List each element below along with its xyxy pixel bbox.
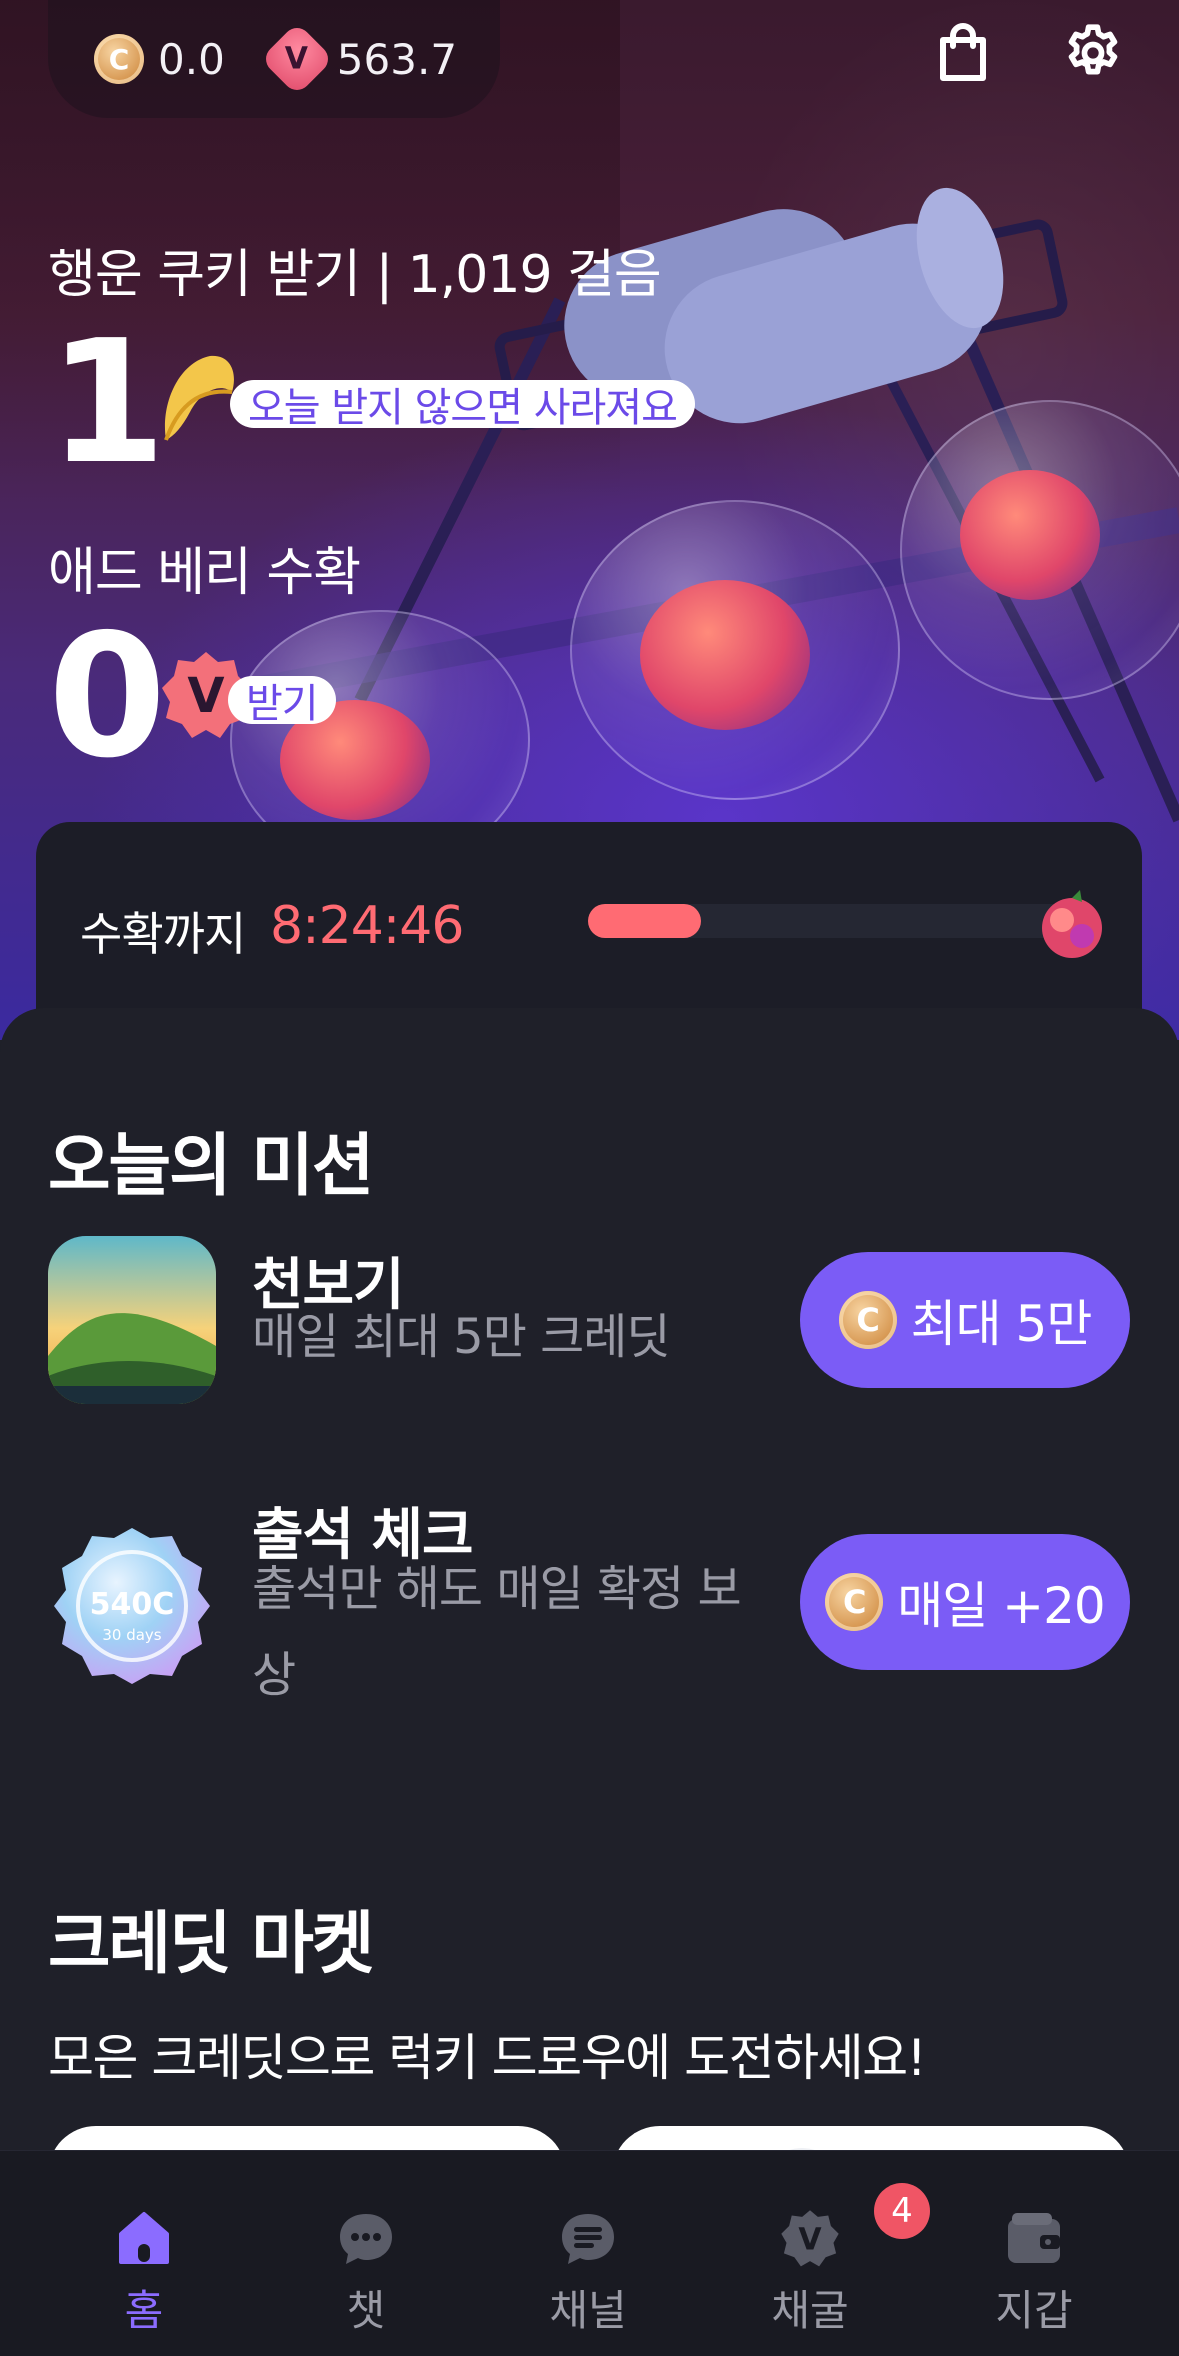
berry-count: 0 [48, 598, 167, 796]
nav-label: 지갑 [995, 2286, 1073, 2335]
svg-text:30 days: 30 days [102, 1626, 161, 1644]
nav-item-home[interactable]: 홈 [64, 2209, 224, 2338]
nav-label: 챗 [346, 2286, 386, 2335]
vberry-icon: V [260, 22, 334, 96]
nav-label: 채굴 [771, 2286, 849, 2335]
cookie-count: 1 [48, 304, 167, 502]
credit-coin-icon: C [94, 34, 144, 84]
svg-text:540C: 540C [90, 1587, 175, 1622]
berry-decoration [640, 580, 810, 730]
svg-text:V: V [187, 668, 224, 724]
shopping-bag-icon [940, 23, 986, 81]
balance-pill[interactable]: C 0.0 V 563.7 [48, 0, 500, 118]
shop-button[interactable] [928, 18, 998, 88]
wallet-icon [1004, 2209, 1064, 2269]
cookie-expire-chip[interactable]: 오늘 받지 않으면 사라져요 [230, 380, 695, 431]
chat-icon [336, 2209, 396, 2269]
nav-item-channel[interactable]: 채널 [508, 2209, 668, 2338]
mission-item[interactable]: 천보기 매일 최대 5만 크레딧 C 최대 5만 [48, 1236, 1130, 1416]
nav-label: 채널 [549, 2286, 627, 2335]
berry-claim-chip[interactable]: 받기 [228, 676, 336, 727]
gear-icon [1068, 24, 1118, 75]
notification-badge: 4 [874, 2183, 930, 2239]
credit-coin-icon: C [825, 1573, 884, 1631]
berry-label: 애드 베리 수확 [48, 543, 361, 603]
missions-title: 오늘의 미션 [48, 1127, 374, 1206]
mission-item[interactable]: 540C 30 days 출석 체크 출석만 해도 매일 확정 보상 C 매일 … [48, 1484, 1130, 1744]
harvest-progress-fill [588, 904, 701, 938]
cookie-label: 행운 쿠키 받기 | 1,019 걸음 [48, 245, 662, 305]
nav-item-chat[interactable]: 챗 [286, 2209, 446, 2338]
nav-item-mining[interactable]: V 4 채굴 [730, 2183, 930, 2338]
fortune-cookie-icon [164, 355, 234, 441]
berry-decoration [960, 470, 1100, 600]
svg-text:V: V [798, 2222, 822, 2257]
top-bar: C 0.0 V 563.7 [0, 0, 1179, 118]
mission-desc: 출석만 해도 매일 확정 보상 [252, 1561, 742, 1703]
credit-balance-value: 0.0 [158, 34, 225, 84]
bottom-nav: 홈 챗 채널 V 4 채굴 지갑 [0, 2150, 1179, 2356]
market-subtitle: 모은 크레딧으로 럭키 드로우에 도전하세요! [48, 2029, 927, 2087]
mission-desc: 매일 최대 5만 크레딧 [252, 1309, 671, 1365]
home-icon [114, 2209, 174, 2269]
timer-value: 8:24:46 [270, 896, 464, 956]
nav-item-wallet[interactable]: 지갑 [954, 2209, 1114, 2338]
credit-balance: C 0.0 [94, 34, 225, 84]
credit-coin-icon: C [838, 1291, 897, 1349]
channel-icon [558, 2209, 618, 2269]
harvest-progress-bar [588, 904, 1078, 938]
mission-reward-label: 최대 5만 [910, 1295, 1093, 1353]
vberry-balance: V 563.7 [260, 22, 458, 96]
landscape-thumbnail [48, 1236, 216, 1404]
attendance-badge-thumbnail: 540C 30 days [48, 1522, 216, 1690]
mission-reward-button[interactable]: C 매일 +20 [800, 1534, 1130, 1670]
mission-reward-label: 매일 +20 [897, 1577, 1105, 1635]
nav-label: 홈 [124, 2286, 164, 2335]
mission-reward-button[interactable]: C 최대 5만 [800, 1252, 1130, 1388]
settings-button[interactable] [1058, 18, 1128, 88]
timer-label: 수확까지 [80, 907, 246, 961]
vberry-balance-value: 563.7 [336, 34, 458, 84]
market-title: 크레딧 마켓 [48, 1905, 374, 1984]
mining-icon: V 4 [780, 2183, 930, 2269]
